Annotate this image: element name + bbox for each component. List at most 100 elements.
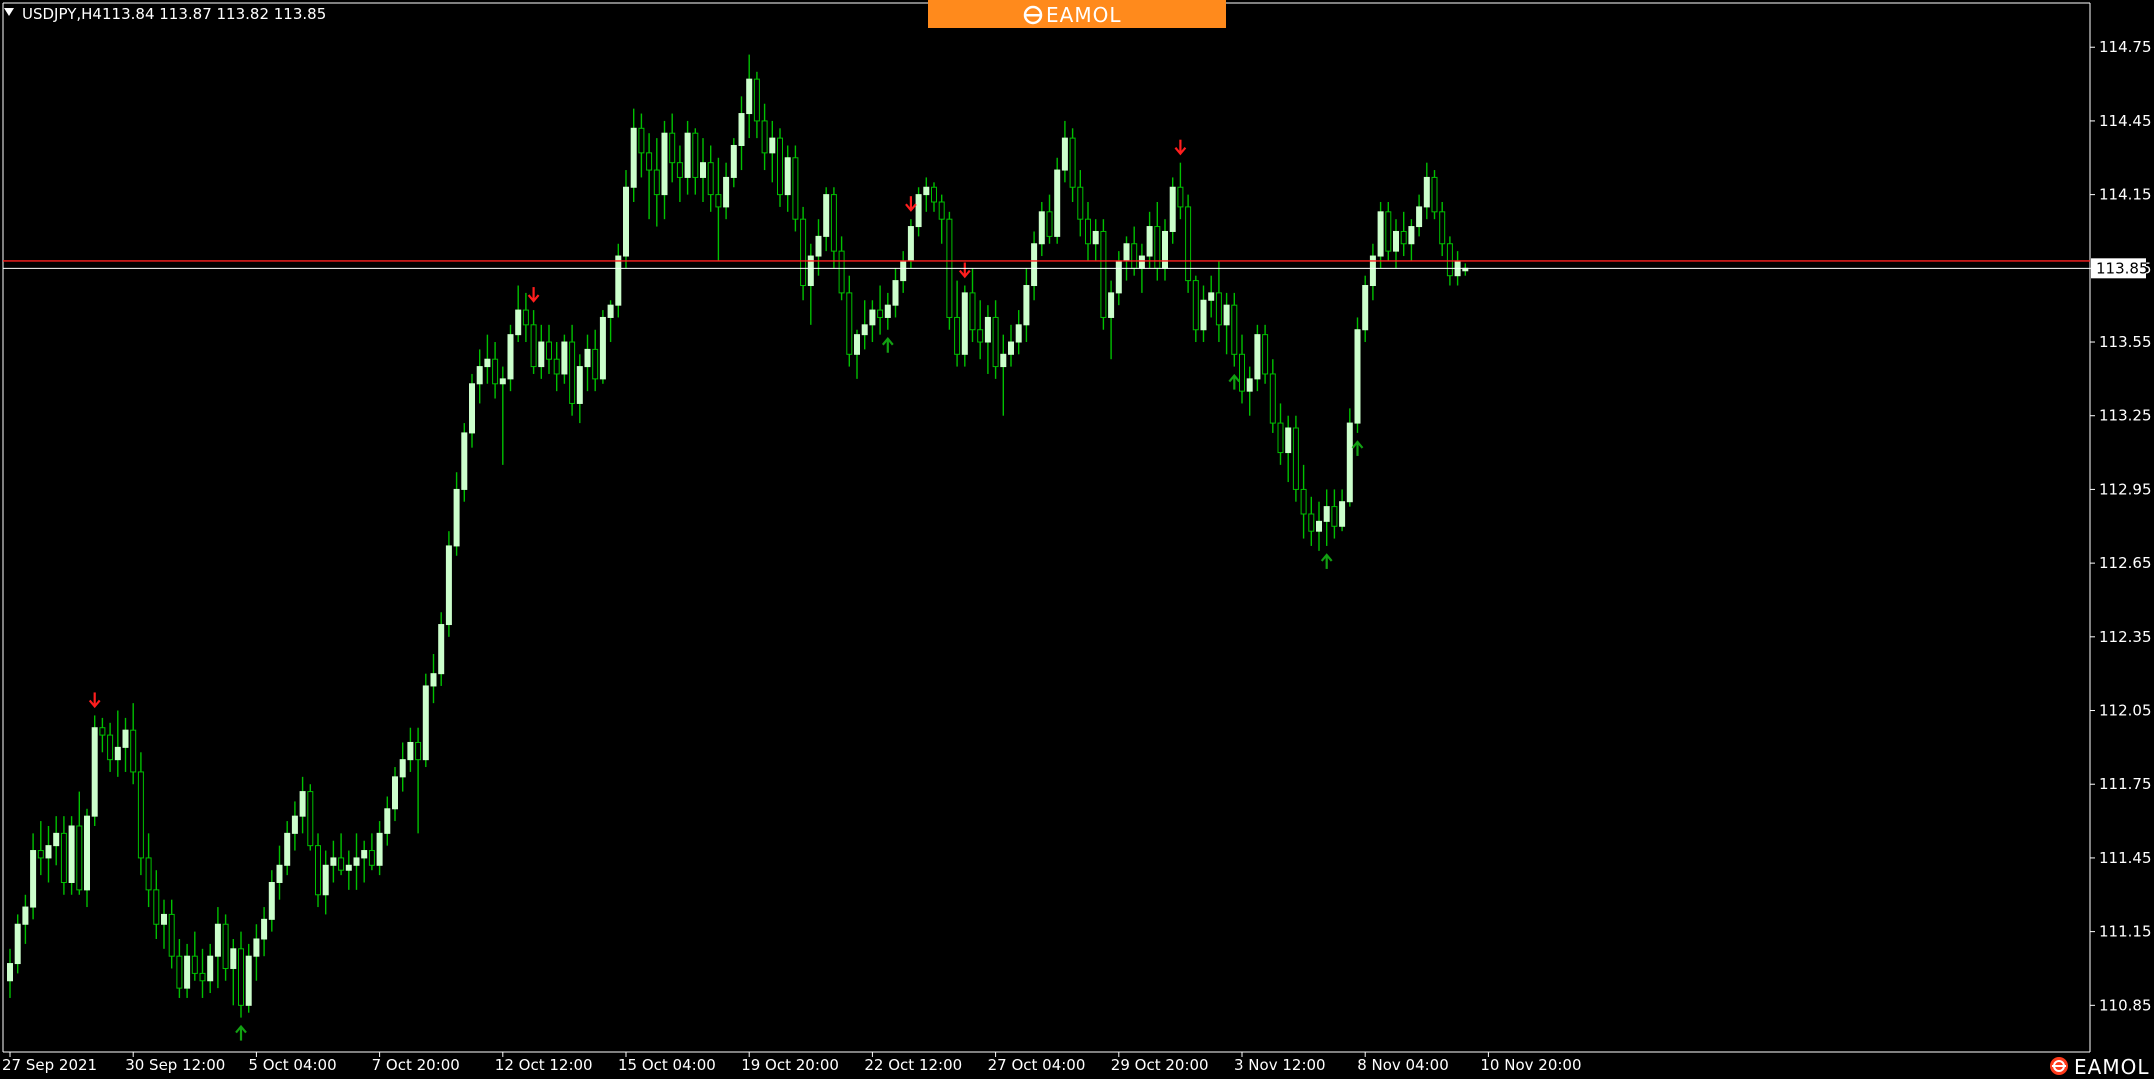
brand-label-top: EAMOL [1046, 3, 1121, 27]
candle [1346, 408, 1353, 507]
candle-body-bull [1038, 211, 1045, 245]
candle-body-bull [861, 324, 868, 336]
candle-body-bear [99, 727, 106, 736]
candle-body-bear [168, 913, 175, 957]
candle-body-bear [1231, 304, 1238, 355]
candle-body-bull [907, 226, 914, 262]
candle-body-bull [469, 383, 475, 434]
candle-body-bear [1308, 513, 1315, 532]
x-tick-label: 30 Sep 12:00 [125, 1056, 225, 1074]
candle-body-bear [76, 825, 83, 891]
candle-body-bear [1431, 176, 1438, 213]
candle-body-bull [599, 316, 606, 380]
y-tick-label: 112.05 [2099, 702, 2152, 720]
candle-body-bear [676, 162, 683, 178]
candle-body-bear [569, 341, 576, 404]
candle-body-bear [307, 791, 314, 847]
candle-body-bull [1138, 255, 1145, 269]
candle-body-bull [1208, 292, 1215, 301]
candle-body-bear [692, 132, 699, 178]
x-tick-label: 27 Oct 04:00 [988, 1056, 1086, 1074]
candle-body-bear [107, 734, 114, 761]
candle [599, 310, 606, 384]
candle-body-bull [1092, 230, 1099, 245]
candle-body-bear [553, 358, 560, 375]
candle-body-bull [499, 378, 506, 385]
candle-body-bull [422, 685, 429, 761]
y-tick-label: 113.55 [2099, 333, 2152, 351]
candle-body-bull [1316, 520, 1322, 532]
candle-body-bull [45, 845, 52, 859]
price-chart[interactable]: 114.75 114.45 114.15 113.85 113.55 113.25 112.… [0, 0, 2154, 1079]
candle-body-bull [1416, 206, 1423, 228]
candle-body-bear [715, 194, 722, 208]
candle-body-bull [723, 176, 730, 208]
candle [961, 285, 968, 367]
candle-body-bear [145, 857, 152, 891]
candle-body-bear [1385, 211, 1392, 252]
candle-body-bull [1146, 226, 1153, 257]
candle-body-bull [923, 186, 930, 196]
candle-body-bear [191, 955, 198, 974]
candle-body-bull [392, 776, 398, 810]
candle-body-bear [777, 137, 783, 196]
candle-body-bull [615, 255, 622, 306]
candle-body-bull [22, 906, 29, 925]
y-tick-label: 112.65 [2099, 554, 2152, 572]
candle-body-bear [792, 157, 799, 220]
candle-body-bull [1115, 260, 1122, 294]
candle [422, 673, 429, 768]
candle-body-bear [1046, 211, 1053, 237]
candle-body-bear [838, 250, 845, 294]
candle-body-bear [60, 832, 67, 883]
candle-body-bull [1108, 292, 1115, 318]
candle-body-bear [653, 169, 660, 196]
candle-body-bear [1085, 218, 1091, 245]
candle-body-bull [14, 923, 21, 965]
header-symbol: USDJPY,H4 [22, 5, 102, 23]
candle-body-bear [707, 162, 714, 196]
candle-body-bull [7, 963, 13, 982]
candle-body-bull [1023, 285, 1030, 326]
candle-body-bear [646, 152, 653, 171]
candle-body-bull [900, 260, 907, 282]
candle-body-bull [438, 624, 445, 675]
candle-body-bear [1277, 422, 1284, 454]
candle-body-bear [522, 309, 529, 326]
candle-body-bull [484, 358, 491, 368]
candle-body-bull [322, 864, 329, 896]
candle-body-bull [1031, 243, 1038, 287]
candle-body-bull [384, 808, 391, 834]
candle-body-bull [184, 955, 191, 989]
candle-body-bear [1269, 373, 1276, 424]
y-tick-label: 112.35 [2099, 628, 2152, 646]
candle-body-bull [869, 309, 876, 326]
candle-body-bull [84, 815, 90, 891]
candle-body-bull [700, 162, 706, 178]
candle-body-bull [1054, 169, 1061, 237]
candle-body-bull [68, 825, 75, 883]
candle-body-bull [1339, 501, 1346, 527]
candle-body-bear [1069, 137, 1076, 188]
candle-body-bear [669, 132, 676, 164]
candle-body-bear [1100, 230, 1107, 318]
chart-header: USDJPY,H4 113.84 113.87 113.82 113.85 [4, 5, 326, 23]
candle-body-bear [800, 218, 807, 287]
candle-body-bear [315, 845, 321, 896]
candle [445, 531, 452, 637]
candle-body-bear [992, 316, 999, 368]
candle-body-bull [245, 955, 252, 1006]
candle-body-bull [261, 918, 268, 940]
x-tick-label: 10 Nov 20:00 [1480, 1056, 1581, 1074]
x-tick-label: 15 Oct 04:00 [618, 1056, 716, 1074]
candle-body-bear [1215, 292, 1222, 326]
candle-body-bear [753, 78, 760, 122]
candle-body-bull [1008, 341, 1014, 355]
candle-body-bear [153, 889, 160, 925]
candle-body-bull [1223, 304, 1230, 326]
candle-body-bull [538, 341, 545, 368]
x-tick-label: 3 Nov 12:00 [1234, 1056, 1326, 1074]
candle [1185, 194, 1192, 293]
candle-body-bull [607, 304, 614, 318]
candle-body-bull [407, 741, 414, 761]
